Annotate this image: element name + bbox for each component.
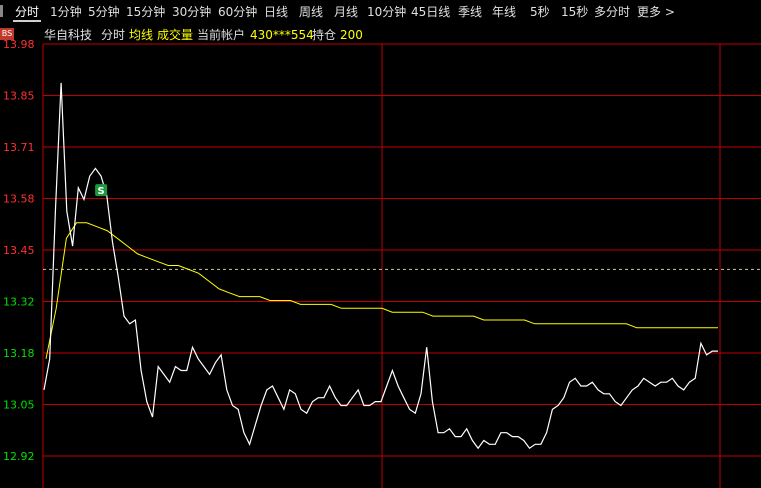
y-axis-label: 13.71 (3, 141, 35, 154)
y-axis-label: 13.98 (3, 38, 35, 51)
y-axis-label: 13.58 (3, 193, 35, 206)
sell-marker-label: S (98, 186, 105, 197)
y-axis-label: 13.85 (3, 90, 35, 103)
y-axis-label: 12.92 (3, 450, 35, 463)
price-line (43, 82, 718, 450)
y-axis-label: 13.18 (3, 347, 35, 360)
y-axis-label: 13.05 (3, 399, 35, 412)
y-axis-label: 13.32 (3, 296, 35, 309)
y-axis-label: 13.45 (3, 244, 35, 257)
intraday-chart[interactable]: 13.98 13.85 13.71 13.58 13.45 13.32 13.18 13.05… (0, 0, 761, 488)
